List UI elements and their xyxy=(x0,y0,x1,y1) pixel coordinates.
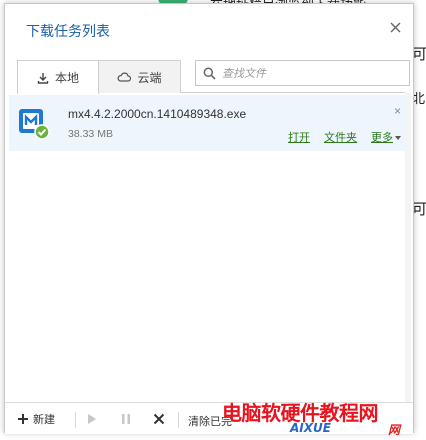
file-size: 38.33 MB xyxy=(68,128,113,140)
tabs-row: 本地 云端 xyxy=(5,57,413,94)
pause-icon xyxy=(122,414,130,424)
delete-button[interactable] xyxy=(150,410,168,428)
close-icon: × xyxy=(393,104,401,118)
delete-icon xyxy=(153,413,165,425)
panel-title: 下载任务列表 xyxy=(26,24,110,40)
chevron-down-icon xyxy=(395,135,401,140)
plus-icon xyxy=(18,414,28,424)
tab-cloud-label: 云端 xyxy=(137,70,162,85)
start-button[interactable] xyxy=(83,410,101,428)
download-list: mx4.4.2.2000cn.1410489348.exe 38.33 MB ×… xyxy=(9,93,409,403)
tab-local-label: 本地 xyxy=(54,71,79,85)
close-panel-button[interactable] xyxy=(387,19,403,35)
search-icon xyxy=(203,67,216,80)
new-download-label: 新建 xyxy=(33,413,55,426)
tab-cloud[interactable]: 云端 xyxy=(99,60,181,93)
download-icon xyxy=(37,72,49,84)
new-download-button[interactable]: 新建 xyxy=(17,411,55,427)
toolbar-divider xyxy=(75,412,76,428)
maxthon-installer-icon xyxy=(19,109,50,140)
close-icon xyxy=(390,22,400,32)
tab-local[interactable]: 本地 xyxy=(17,60,99,94)
watermark-subtext: 网 xyxy=(388,423,401,437)
panel-titlebar: 下载任务列表 xyxy=(5,4,413,50)
background-side-text: 可 xyxy=(412,45,426,63)
download-item[interactable]: mx4.4.2.2000cn.1410489348.exe 38.33 MB ×… xyxy=(9,95,409,151)
open-file-link[interactable]: 打开 xyxy=(288,129,310,145)
cloud-icon xyxy=(118,72,132,82)
toolbar-divider xyxy=(178,412,179,428)
search-box[interactable] xyxy=(195,60,410,86)
play-icon xyxy=(88,414,96,424)
item-actions: 打开 文件夹 更多 xyxy=(288,129,401,145)
search-input[interactable] xyxy=(222,66,402,80)
pause-button[interactable] xyxy=(117,410,135,428)
more-menu-button[interactable]: 更多 xyxy=(371,129,401,145)
remove-item-button[interactable]: × xyxy=(394,104,401,118)
open-folder-link[interactable]: 文件夹 xyxy=(324,129,357,145)
more-link[interactable]: 更多 xyxy=(371,129,393,145)
file-name: mx4.4.2.2000cn.1410489348.exe xyxy=(68,107,247,121)
list-scrollbar[interactable] xyxy=(405,93,411,403)
download-list-panel: 下载任务列表 本地 云端 查找文件 mx4.4.2.2000cn.1410489… xyxy=(4,3,414,434)
watermark-subtext: AIXUE xyxy=(290,421,331,435)
background-side-text: 可 xyxy=(412,200,426,218)
